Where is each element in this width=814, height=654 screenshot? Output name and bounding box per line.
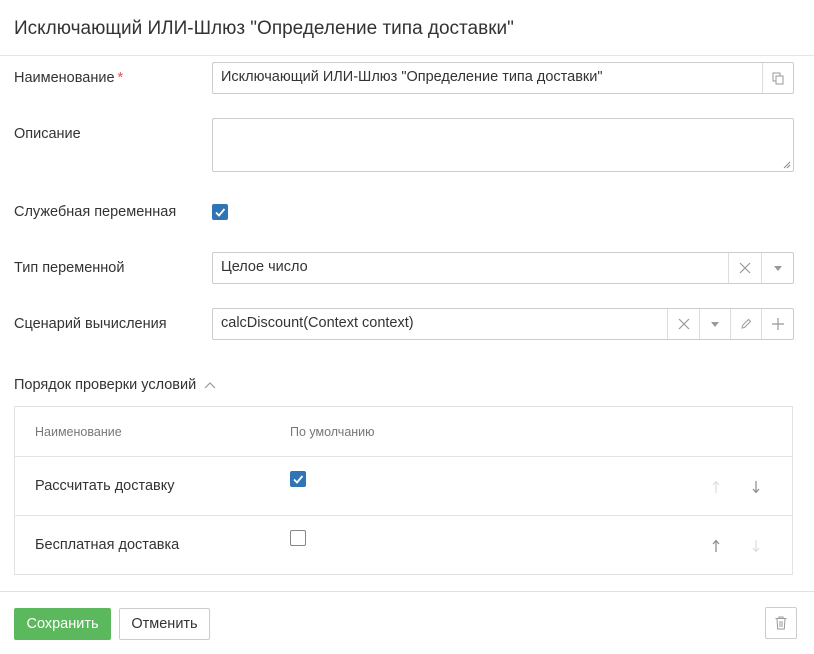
- name-label-text: Наименование: [14, 70, 115, 86]
- calc-script-select[interactable]: calcDiscount(Context context): [212, 308, 794, 340]
- name-field-value: Исключающий ИЛИ-Шлюз "Определение типа д…: [221, 69, 603, 85]
- clear-icon[interactable]: [667, 309, 699, 339]
- name-label: Наименование *: [14, 70, 123, 86]
- required-mark: *: [117, 70, 124, 86]
- dialog-title: Исключающий ИЛИ-Шлюз "Определение типа д…: [14, 18, 514, 39]
- checkmark-icon: [215, 208, 226, 217]
- resize-handle-icon[interactable]: [783, 161, 791, 169]
- name-field[interactable]: Исключающий ИЛИ-Шлюз "Определение типа д…: [212, 62, 794, 94]
- calc-script-label: Сценарий вычисления: [14, 316, 167, 332]
- calc-script-value: calcDiscount(Context context): [221, 315, 414, 331]
- move-up-icon[interactable]: [709, 478, 723, 496]
- conditions-section-toggle[interactable]: Порядок проверки условий: [14, 377, 216, 393]
- chevron-up-icon: [204, 381, 216, 389]
- column-header-name: Наименование: [35, 425, 122, 439]
- move-up-icon[interactable]: [709, 537, 723, 555]
- edit-icon[interactable]: [730, 309, 761, 339]
- table-row: Бесплатная доставка: [15, 515, 792, 574]
- service-variable-label: Служебная переменная: [14, 204, 177, 220]
- cancel-button[interactable]: Отменить: [119, 608, 210, 640]
- chevron-down-icon[interactable]: [699, 309, 730, 339]
- clear-icon[interactable]: [728, 253, 761, 283]
- column-header-default: По умолчанию: [290, 425, 375, 439]
- checkmark-icon: [293, 475, 304, 484]
- row-name: Рассчитать доставку: [35, 478, 175, 494]
- copy-icon[interactable]: [762, 63, 793, 93]
- move-down-icon[interactable]: [749, 537, 763, 555]
- conditions-table: Наименование По умолчанию Рассчитать дос…: [14, 406, 793, 575]
- description-textarea[interactable]: [212, 118, 794, 172]
- conditions-section-title: Порядок проверки условий: [14, 377, 197, 393]
- variable-type-value: Целое число: [221, 259, 308, 275]
- description-label: Описание: [14, 126, 81, 142]
- dialog-header: Исключающий ИЛИ-Шлюз "Определение типа д…: [0, 0, 814, 56]
- table-row: Рассчитать доставку: [15, 456, 792, 515]
- variable-type-select[interactable]: Целое число: [212, 252, 794, 284]
- save-button[interactable]: Сохранить: [14, 608, 111, 640]
- row-name: Бесплатная доставка: [35, 537, 180, 553]
- chevron-down-icon[interactable]: [761, 253, 793, 283]
- footer-divider: [0, 591, 814, 592]
- trash-icon: [775, 616, 787, 630]
- variable-type-label: Тип переменной: [14, 260, 125, 276]
- default-checkbox[interactable]: [290, 471, 306, 487]
- service-variable-checkbox[interactable]: [212, 204, 228, 220]
- default-checkbox[interactable]: [290, 530, 306, 546]
- add-icon[interactable]: [761, 309, 793, 339]
- delete-button[interactable]: [765, 607, 797, 639]
- move-down-icon[interactable]: [749, 478, 763, 496]
